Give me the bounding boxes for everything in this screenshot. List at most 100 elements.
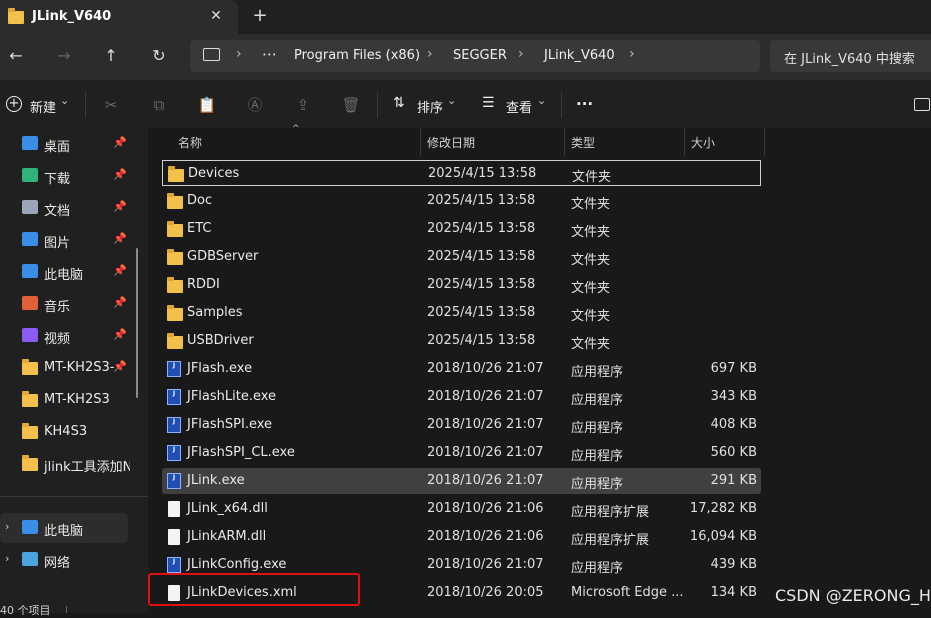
sidebar-tree-item[interactable]: 网络	[22, 546, 130, 574]
file-type: 应用程序扩展	[571, 505, 650, 520]
file-row[interactable]: RDDI 2025/4/15 13:58 文件夹	[162, 272, 761, 298]
file-type: 应用程序	[571, 393, 624, 408]
share-icon[interactable]: ⇪	[292, 94, 314, 116]
expand-chevron-icon[interactable]: ›	[5, 520, 9, 533]
sidebar-folder[interactable]: KH4S3	[22, 418, 130, 446]
paste-icon[interactable]: 📋	[196, 94, 218, 116]
back-button[interactable]: ←	[2, 42, 30, 70]
file-type: 文件夹	[572, 170, 612, 185]
pin-icon: 📌	[113, 264, 127, 277]
file-row[interactable]: J JFlashSPI_CL.exe 2018/10/26 21:07 应用程序 560…	[162, 440, 761, 466]
forward-button[interactable]: →	[50, 42, 78, 70]
sidebar-tree-item[interactable]: 此电脑	[22, 514, 130, 542]
column-divider[interactable]	[764, 128, 765, 156]
pin-icon: 📌	[113, 360, 127, 373]
file-date: 2025/4/15 13:58	[427, 249, 536, 264]
sidebar-item[interactable]: 桌面 📌	[22, 130, 130, 158]
file-row[interactable]: J JLink.exe 2018/10/26 21:07 应用程序 291 KB	[162, 468, 761, 494]
file-date: 2018/10/26 21:07	[427, 557, 544, 572]
file-row[interactable]: GDBServer 2025/4/15 13:58 文件夹	[162, 244, 761, 270]
file-row[interactable]: J JFlash.exe 2018/10/26 21:07 应用程序 697 KB	[162, 356, 761, 382]
rename-icon[interactable]: Ⓐ	[244, 94, 266, 116]
sidebar-item[interactable]: 下载 📌	[22, 162, 130, 190]
folder-icon	[22, 359, 38, 375]
computer-icon	[22, 264, 38, 278]
sidebar-folder[interactable]: MT-KH2S3	[22, 386, 130, 414]
file-row[interactable]: Doc 2025/4/15 13:58 文件夹	[162, 188, 761, 214]
computer-icon	[22, 520, 38, 534]
sort-icon: ⇅	[393, 95, 405, 111]
sidebar-item-label: 视频	[44, 332, 71, 347]
document-icon	[22, 200, 38, 214]
file-row[interactable]: JLink_x64.dll 2018/10/26 21:06 应用程序扩展 17,28…	[162, 496, 761, 522]
file-row[interactable]: J JFlashLite.exe 2018/10/26 21:07 应用程序 343 K…	[162, 384, 761, 410]
file-type: 应用程序	[571, 421, 624, 436]
column-header-size[interactable]: 大小	[691, 134, 715, 151]
sidebar-item-label: 此电脑	[44, 524, 84, 539]
file-size: 408 KB	[710, 417, 757, 432]
breadcrumb-program-files[interactable]: Program Files (x86)	[294, 48, 420, 63]
application-icon: J	[167, 445, 183, 461]
file-name: JFlash.exe	[187, 361, 253, 376]
pin-icon: 📌	[113, 328, 127, 341]
tab-title: JLink_V640	[32, 9, 112, 24]
view-button[interactable]: 查看	[506, 97, 532, 116]
breadcrumb-jlink[interactable]: JLink_V640	[544, 48, 615, 63]
details-pane-icon[interactable]	[914, 98, 930, 111]
more-breadcrumbs-button[interactable]: ⋯	[262, 45, 277, 63]
column-header-date[interactable]: 修改日期	[427, 134, 475, 151]
chevron-icon: ›	[236, 46, 242, 62]
file-type: 应用程序	[571, 449, 624, 464]
file-row[interactable]: USBDriver 2025/4/15 13:58 文件夹	[162, 328, 761, 354]
breadcrumb-segger[interactable]: SEGGER	[453, 48, 507, 63]
application-icon: J	[167, 417, 183, 433]
file-name: Devices	[188, 166, 240, 181]
expand-chevron-icon[interactable]: ›	[5, 552, 9, 565]
file-row[interactable]: ETC 2025/4/15 13:58 文件夹	[162, 216, 761, 242]
column-header-name[interactable]: 名称	[178, 134, 202, 151]
folder-icon	[167, 333, 183, 349]
new-tab-button[interactable]: +	[250, 6, 270, 26]
file-name: JFlashLite.exe	[187, 389, 277, 404]
column-divider[interactable]	[684, 128, 685, 156]
sidebar-item-label: 下载	[44, 172, 71, 187]
file-size: 134 KB	[710, 585, 757, 600]
sidebar-scrollbar[interactable]	[136, 248, 138, 398]
file-row[interactable]: Samples 2025/4/15 13:58 文件夹	[162, 300, 761, 326]
up-button[interactable]: ↑	[97, 42, 125, 70]
sidebar-item[interactable]: 图片 📌	[22, 226, 130, 254]
sidebar-folder[interactable]: jlink工具添加Na	[22, 450, 130, 478]
file-size: 560 KB	[710, 445, 757, 460]
sidebar-item[interactable]: 文档 📌	[22, 194, 130, 222]
cut-icon[interactable]: ✂	[100, 94, 122, 116]
chevron-down-icon: ⌄	[447, 94, 457, 107]
file-row[interactable]: JLinkARM.dll 2018/10/26 21:06 应用程序扩展 16,094…	[162, 524, 761, 550]
column-divider[interactable]	[420, 128, 421, 156]
file-date: 2025/4/15 13:58	[427, 277, 536, 292]
file-date: 2025/4/15 13:58	[427, 333, 536, 348]
sort-button[interactable]: 排序	[417, 97, 443, 116]
copy-icon[interactable]: ⧉	[148, 94, 170, 116]
file-row[interactable]: J JFlashSPI.exe 2018/10/26 21:07 应用程序 408 KB	[162, 412, 761, 438]
file-type: Microsoft Edge ...	[571, 585, 684, 600]
file-row[interactable]: Devices 2025/4/15 13:58 文件夹	[162, 160, 761, 186]
refresh-button[interactable]: ↻	[145, 42, 173, 70]
column-divider[interactable]	[564, 128, 565, 156]
sort-ascending-icon: ^	[292, 124, 300, 134]
delete-icon[interactable]: 🗑	[340, 94, 362, 116]
close-tab-icon[interactable]: ✕	[206, 6, 226, 26]
tab-jlink[interactable]: JLink_V640 ✕	[0, 0, 238, 34]
more-options-button[interactable]: ···	[576, 95, 593, 113]
file-size: 439 KB	[710, 557, 757, 572]
new-button[interactable]: 新建	[30, 97, 56, 116]
sidebar-item[interactable]: MT-KH2S3- 📌	[22, 354, 130, 382]
sidebar-item[interactable]: 此电脑 📌	[22, 258, 130, 286]
sidebar-item[interactable]: 音乐 📌	[22, 290, 130, 318]
watermark: CSDN @ZERONG_H	[775, 586, 931, 605]
column-header-type[interactable]: 类型	[571, 134, 595, 151]
pin-icon: 📌	[113, 168, 127, 181]
file-name: JFlashSPI.exe	[187, 417, 273, 432]
network-icon	[22, 552, 38, 566]
sidebar-item[interactable]: 视频 📌	[22, 322, 130, 350]
command-bar	[0, 80, 931, 129]
